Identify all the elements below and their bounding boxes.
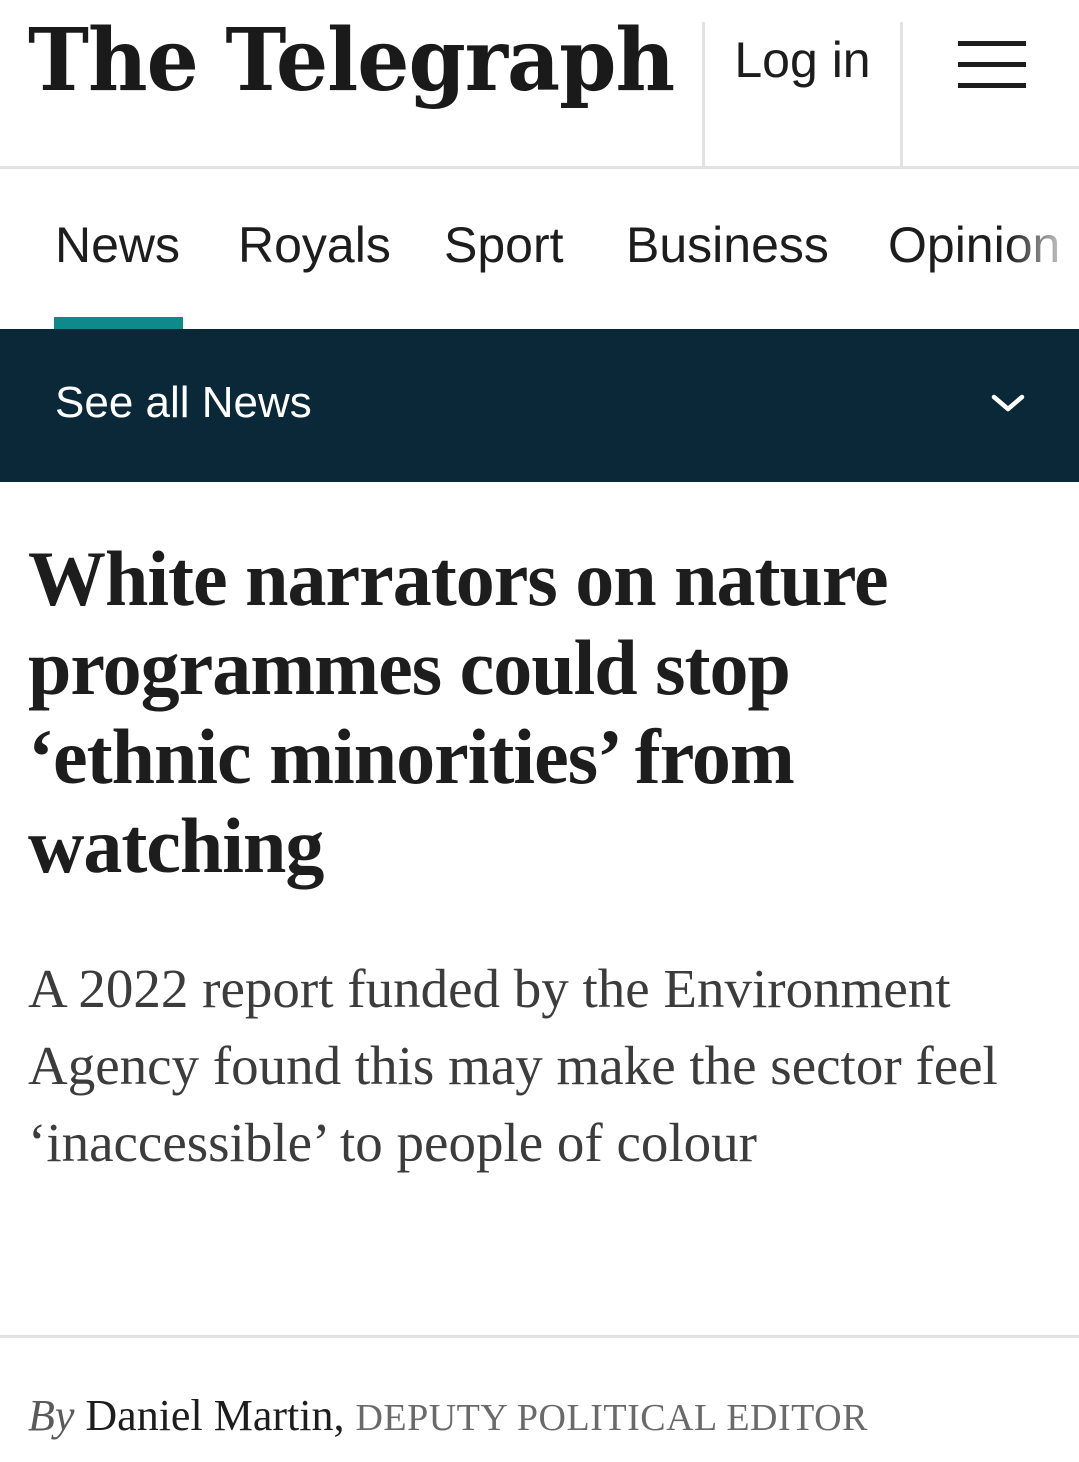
byline-prefix: By	[28, 1391, 75, 1440]
nav-item-sport[interactable]: Sport	[444, 213, 564, 277]
menu-bar	[958, 62, 1026, 67]
nav-overflow-fade	[1009, 169, 1079, 329]
divider	[0, 1335, 1079, 1338]
article-standfirst: A 2022 report funded by the Environment …	[28, 958, 998, 1173]
byline-author[interactable]: Daniel Martin,	[85, 1391, 344, 1440]
menu-bar	[958, 83, 1026, 88]
masthead: The Telegraph Log in	[0, 0, 1079, 169]
byline-role: DEPUTY POLITICAL EDITOR	[355, 1397, 868, 1439]
see-all-news-label: See all News	[55, 378, 312, 427]
menu-bar	[958, 41, 1026, 46]
chevron-down-icon	[991, 394, 1025, 412]
nav-item-royals[interactable]: Royals	[238, 213, 391, 277]
hamburger-menu-icon[interactable]	[950, 38, 1030, 94]
nav-item-news[interactable]: News	[55, 213, 180, 277]
section-nav: News Royals Sport Business Opinion	[0, 169, 1079, 329]
telegraph-logo[interactable]: The Telegraph	[28, 10, 675, 111]
active-tab-indicator	[54, 317, 183, 329]
see-all-news-bar[interactable]: See all News	[0, 329, 1079, 482]
login-button[interactable]: Log in	[705, 28, 900, 92]
header-divider	[900, 22, 903, 166]
byline: By Daniel Martin, DEPUTY POLITICAL EDITO…	[28, 1388, 868, 1446]
nav-item-business[interactable]: Business	[626, 213, 829, 277]
article-headline: White narrators on nature programmes cou…	[28, 535, 889, 889]
